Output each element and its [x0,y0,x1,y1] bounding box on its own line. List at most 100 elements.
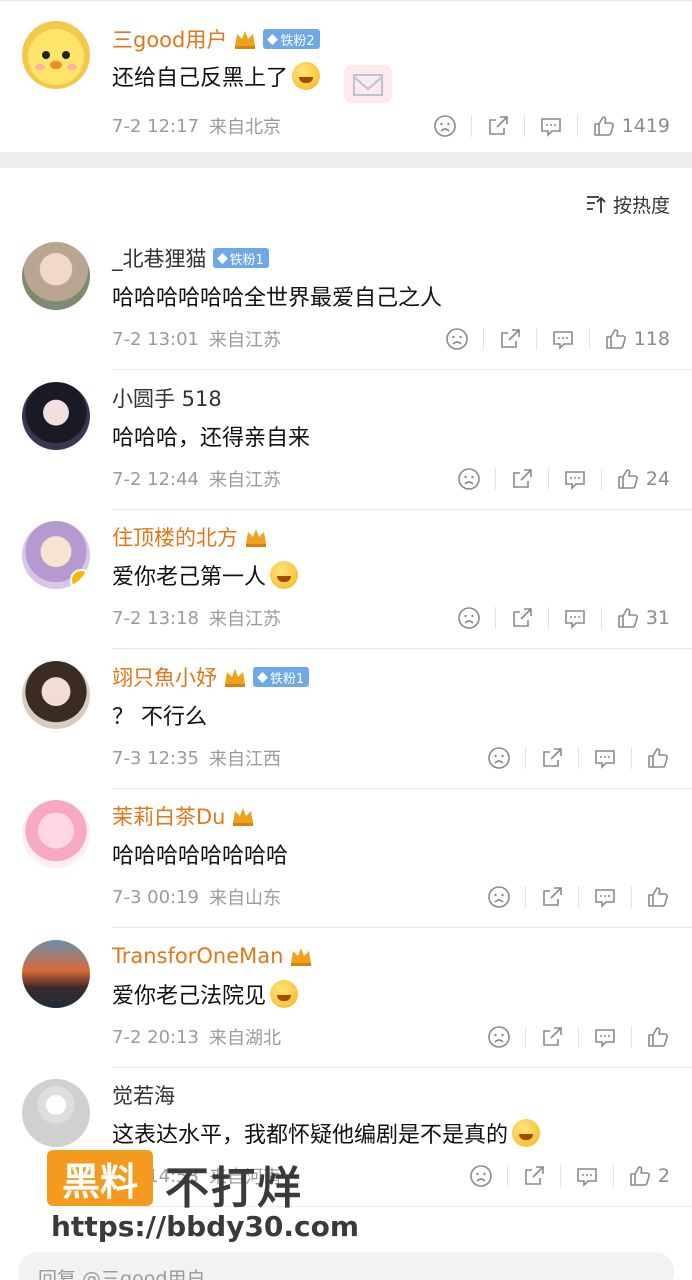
crying-emoji-icon [292,62,321,90]
share-icon [525,1166,544,1185]
comment-icon [595,1029,615,1048]
share-button[interactable] [498,327,522,351]
like-button[interactable]: 24 [616,467,670,491]
dislike-button[interactable] [433,114,457,138]
reply-button[interactable] [551,327,575,351]
reply-button[interactable] [593,1025,617,1049]
comment-row[interactable]: 小圆手 518 哈哈哈，还得亲自来 7-2 12:44 来自江苏 24 [0,370,692,510]
vip-crown-icon [231,805,255,827]
avatar[interactable] [22,1079,90,1147]
avatar[interactable] [22,382,90,450]
top-comment[interactable]: 三good用户 铁粉2 还给自己反黑上了 7-2 12:17 来自北京 1419 [0,0,692,152]
avatar[interactable] [22,521,90,589]
comment-location: 来自北京 [209,117,281,138]
dislike-button[interactable] [457,606,481,630]
chick-avatar-icon [28,29,84,85]
sort-by-hot-button[interactable]: 按热度 [585,190,670,218]
frown-icon [470,1165,492,1187]
separator [470,115,472,137]
share-button[interactable] [540,1025,564,1049]
frown-icon [458,468,480,490]
dislike-button[interactable] [487,1025,511,1049]
comment-time: 7-2 20:13 [112,1026,199,1048]
share-icon [513,469,532,488]
like-button[interactable] [646,885,670,909]
reply-button[interactable] [593,746,617,770]
thumbs-up-icon [648,1027,668,1047]
sort-label: 按热度 [612,194,670,217]
avatar[interactable] [22,940,90,1008]
share-button[interactable] [486,114,510,138]
comment-text: 这表达水平，我都怀疑他编剧是不是真的 [112,1123,509,1148]
comment-text: 还给自己反黑上了 [112,66,289,91]
comment-row[interactable]: 翊只魚小妤 铁粉1 ？ 不行么 7-3 12:35 来自江西 [0,649,692,789]
share-icon [543,887,562,906]
comment-row[interactable]: TransforOneMan 爱你老己法院见 7-2 20:13 来自湖北 [0,928,692,1068]
watermark-box: 黑料 [47,1150,153,1206]
user-name[interactable]: TransforOneMan [112,944,283,968]
separator [600,607,602,629]
user-name[interactable]: 茉莉白茶Du [112,801,225,831]
comment-location: 来自江西 [209,749,281,770]
reply-button[interactable] [563,606,587,630]
user-name[interactable]: 住顶楼的北方 [112,522,238,552]
frown-icon [458,607,480,629]
share-button[interactable] [510,606,534,630]
reply-button[interactable] [593,885,617,909]
separator [578,747,579,769]
share-button[interactable] [510,467,534,491]
section-divider [0,152,692,168]
separator [547,468,549,490]
comment-location: 来自山东 [209,888,281,909]
emoji-icon [270,980,299,1008]
like-button[interactable]: 31 [616,606,670,630]
like-button[interactable] [646,746,670,770]
dislike-button[interactable] [487,746,511,770]
comment-page: 三good用户 铁粉2 还给自己反黑上了 7-2 12:17 来自北京 1419 [0,0,692,1280]
like-button[interactable]: 2 [628,1164,670,1188]
share-button[interactable] [540,885,564,909]
like-button[interactable]: 1419 [592,114,670,138]
dislike-button[interactable] [487,885,511,909]
like-count: 118 [633,328,670,350]
comment-icon [577,1168,597,1187]
reply-button[interactable] [575,1164,599,1188]
fan-badge: 铁粉1 [212,248,269,268]
dislike-button[interactable] [469,1164,493,1188]
reply-button[interactable] [563,467,587,491]
user-name[interactable]: 三good用户 [112,24,227,54]
like-button[interactable]: 118 [604,327,670,351]
comment-text: ？ 不行么 [112,705,207,730]
separator [523,115,525,137]
share-button[interactable] [522,1164,546,1188]
avatar[interactable] [22,661,90,729]
avatar[interactable] [22,242,90,310]
separator [559,1165,561,1187]
comment-location: 来自湖北 [209,1028,281,1049]
dislike-button[interactable] [445,327,469,351]
user-name[interactable]: 小圆手 518 [112,383,222,413]
thumbs-up-icon [618,469,638,489]
separator [535,328,537,350]
reply-button[interactable] [539,114,563,138]
comment-row[interactable]: _北巷狸猫 铁粉1 哈哈哈哈哈哈全世界最爱自己之人 7-2 13:01 来自江苏 118 [0,230,692,370]
vip-crown-icon [233,28,257,50]
thumbs-up-icon [648,887,668,907]
comment-text: 爱你老己第一人 [112,565,267,590]
comment-row[interactable]: 茉莉白茶Du 哈哈哈哈哈哈哈哈 7-3 00:19 来自山东 [0,788,692,928]
share-button[interactable] [540,746,564,770]
dislike-button[interactable] [457,467,481,491]
comment-row[interactable]: 住顶楼的北方 爱你老己第一人 7-2 13:18 来自江苏 31 [0,509,692,649]
frown-icon [433,115,456,137]
user-name[interactable]: 觉若海 [112,1080,175,1110]
like-count: 2 [657,1165,670,1187]
user-name[interactable]: _北巷狸猫 [112,243,207,273]
separator [482,328,484,350]
user-name[interactable]: 翊只魚小妤 [112,662,217,692]
separator [631,747,632,769]
avatar[interactable] [22,21,90,89]
reply-input[interactable]: 回复 @三good用户 [18,1252,674,1280]
avatar[interactable] [22,800,90,868]
like-button[interactable] [646,1025,670,1049]
separator [578,886,579,908]
